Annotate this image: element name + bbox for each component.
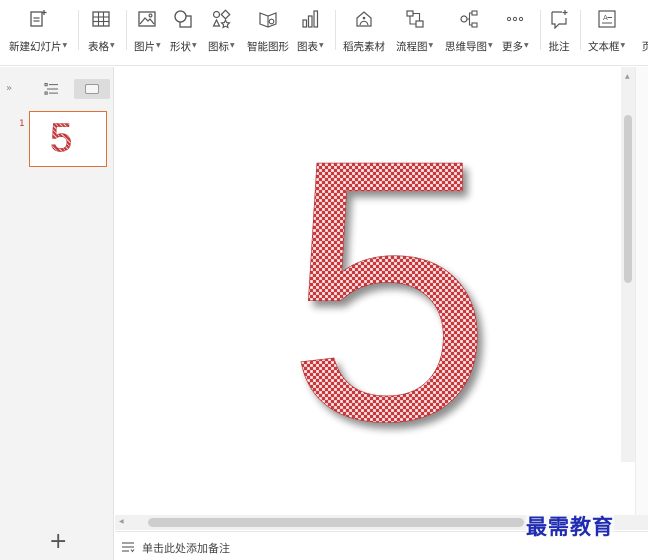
thumbnail-view-icon xyxy=(85,84,99,94)
svg-text:A: A xyxy=(603,14,608,22)
scroll-left-icon[interactable]: ◀ xyxy=(119,518,124,525)
page-label: 页 xyxy=(642,39,648,54)
smart-graphic-label: 智能图形 xyxy=(247,41,289,53)
smart-graphic-icon xyxy=(257,8,279,30)
picture-button[interactable]: 图片 ▼ xyxy=(134,6,161,58)
slide-thumbnail[interactable]: 5 xyxy=(29,111,107,167)
slide-number: 1 xyxy=(19,119,25,129)
docer-material-icon xyxy=(353,8,375,30)
right-panel-edge xyxy=(635,67,648,515)
mind-map-label: 思维导图 xyxy=(445,41,487,53)
shape-button[interactable]: 形状 ▼ xyxy=(170,6,197,58)
page-icon xyxy=(636,8,648,30)
vertical-scrollbar[interactable]: ▲ xyxy=(621,67,635,462)
slide-text-five[interactable]: 5 xyxy=(115,67,621,515)
picture-label: 图片 xyxy=(134,41,155,53)
smart-graphic-button[interactable]: 智能图形 xyxy=(247,6,289,58)
chevron-down-icon: ▼ xyxy=(230,42,235,49)
slide-thumbnail-text: 5 xyxy=(50,116,73,160)
horizontal-scroll-thumb[interactable] xyxy=(148,518,524,527)
chevron-down-icon: ▼ xyxy=(192,42,197,49)
textbox-label: 文本框 xyxy=(588,41,620,53)
textbox-button[interactable]: A 文本框 ▼ xyxy=(588,6,625,58)
notes-icon xyxy=(121,541,135,553)
table-label: 表格 xyxy=(88,41,109,53)
flowchart-icon xyxy=(404,8,426,30)
table-icon xyxy=(90,8,112,30)
chevron-down-icon: ▼ xyxy=(156,42,161,49)
chevron-down-icon: ▼ xyxy=(524,42,529,49)
flowchart-label: 流程图 xyxy=(396,41,428,53)
chevron-down-icon: ▼ xyxy=(620,42,626,49)
ribbon-divider xyxy=(126,10,127,50)
more-button[interactable]: 更多 ▼ xyxy=(502,6,529,58)
comment-label: 批注 xyxy=(548,41,570,53)
slide-five-glyph: 5 xyxy=(286,82,493,498)
docer-material-label: 稻壳素材 xyxy=(343,41,385,53)
flowchart-button[interactable]: 流程图 ▼ xyxy=(396,6,433,58)
watermark-text: 最需教育 xyxy=(526,511,614,541)
table-button[interactable]: 表格 ▼ xyxy=(88,6,115,58)
thumbnail-view-button[interactable] xyxy=(74,79,110,99)
page-button[interactable]: 页 xyxy=(636,6,648,58)
ribbon-toolbar: 新建幻灯片 ▼ 表格 ▼ 图片 ▼ 形状 ▼ 图标 ▼ 智能图形 图表 ▼ 稻壳… xyxy=(0,0,648,66)
ribbon-divider xyxy=(580,10,581,50)
scroll-up-icon[interactable]: ▲ xyxy=(625,73,630,80)
comment-icon xyxy=(548,8,570,30)
chart-icon xyxy=(299,8,321,30)
notes-placeholder: 单击此处添加备注 xyxy=(142,542,230,555)
icons-icon xyxy=(210,8,232,30)
outline-view-icon[interactable] xyxy=(44,82,60,96)
shape-label: 形状 xyxy=(170,41,191,53)
chevron-down-icon: ▼ xyxy=(62,42,68,49)
shape-icon xyxy=(172,8,194,30)
docer-material-button[interactable]: 稻壳素材 xyxy=(343,6,385,58)
new-slide-icon xyxy=(27,8,49,30)
more-label: 更多 xyxy=(502,41,523,53)
textbox-icon: A xyxy=(596,8,618,30)
chevron-down-icon: ▼ xyxy=(428,42,434,49)
new-slide-button[interactable]: 新建幻灯片 ▼ xyxy=(9,6,67,58)
chart-button[interactable]: 图表 ▼ xyxy=(297,6,324,58)
icons-button[interactable]: 图标 ▼ xyxy=(208,6,235,58)
chevron-down-icon: ▼ xyxy=(488,42,493,49)
slide-canvas[interactable]: 5 xyxy=(115,67,621,515)
icons-label: 图标 xyxy=(208,41,229,53)
mind-map-icon xyxy=(458,8,480,30)
new-slide-label: 新建幻灯片 xyxy=(9,41,62,53)
picture-icon xyxy=(136,8,158,30)
slide-panel: » 1 5 + xyxy=(0,67,114,560)
ribbon-divider xyxy=(335,10,336,50)
ribbon-divider xyxy=(78,10,79,50)
mind-map-button[interactable]: 思维导图 ▼ xyxy=(445,6,493,58)
comment-button[interactable]: 批注 xyxy=(548,6,570,58)
chevron-down-icon: ▼ xyxy=(319,42,324,49)
more-icon xyxy=(504,8,526,30)
expand-panel-icon[interactable]: » xyxy=(6,83,12,94)
ribbon-divider xyxy=(540,10,541,50)
add-slide-button[interactable]: + xyxy=(49,531,67,553)
chart-label: 图表 xyxy=(297,41,318,53)
chevron-down-icon: ▼ xyxy=(110,42,115,49)
vertical-scroll-thumb[interactable] xyxy=(624,115,632,283)
